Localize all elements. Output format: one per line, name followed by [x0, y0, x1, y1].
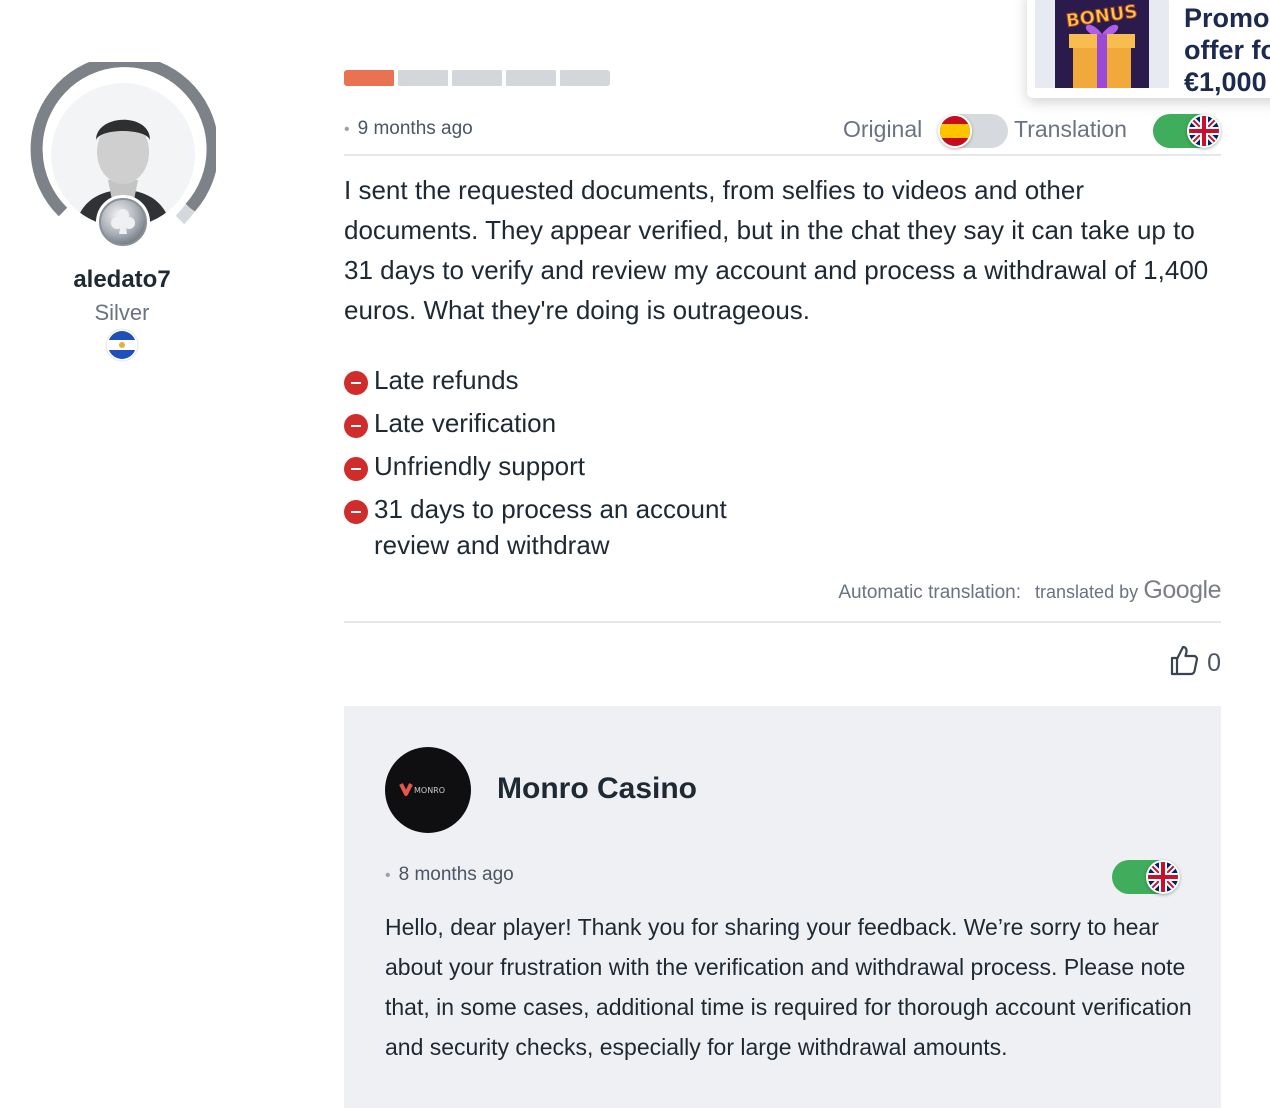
con-item: Late refunds — [344, 362, 804, 398]
automatic-translation: Automatic translation: translated by Goo… — [838, 576, 1221, 605]
casino-logo[interactable]: MONRO — [385, 747, 471, 833]
user-avatar[interactable] — [30, 55, 219, 249]
rating-bar — [344, 70, 610, 86]
con-item: 31 days to process an account review and… — [344, 491, 804, 563]
divider — [344, 621, 1221, 623]
con-text: 31 days to process an account review and… — [374, 494, 727, 560]
rating-segment-empty — [560, 70, 610, 86]
translation-label[interactable]: Translation — [1014, 116, 1127, 143]
minus-icon — [344, 414, 368, 438]
minus-icon — [344, 500, 368, 524]
rating-segment-empty — [398, 70, 448, 86]
casino-logo-text: MONRO — [414, 786, 445, 795]
promo-title[interactable]: Promo offer fo €1,000 — [1184, 2, 1270, 98]
minus-icon — [344, 457, 368, 481]
con-item: Unfriendly support — [344, 448, 804, 484]
promo-card[interactable]: BONUS Promo offer fo €1,000 — [1027, 0, 1270, 98]
casino-reply: MONRO Monro Casino 8 months ago Hello, d… — [344, 706, 1221, 1108]
translation-toggle-original[interactable] — [938, 114, 1008, 148]
like-button[interactable]: 0 — [1169, 644, 1221, 683]
original-label[interactable]: Original — [843, 116, 922, 143]
flag-uk-icon — [1187, 114, 1221, 148]
auto-translation-label: Automatic translation: — [838, 582, 1022, 603]
review-text: I sent the requested documents, from sel… — [344, 175, 1209, 325]
club-icon — [110, 207, 136, 237]
rating-segment-empty — [452, 70, 502, 86]
review-date: 9 months ago — [344, 118, 473, 140]
translation-toggle[interactable] — [1153, 114, 1221, 148]
rating-segment-empty — [506, 70, 556, 86]
flag-el-salvador-icon — [105, 328, 139, 362]
thumbs-up-icon[interactable] — [1169, 644, 1199, 683]
con-text: Late verification — [374, 408, 557, 438]
review-meta: 9 months ago Original Translation — [344, 112, 1221, 156]
like-count: 0 — [1207, 649, 1221, 677]
username[interactable]: aledato7 — [0, 266, 244, 294]
bonus-gift-image: BONUS — [1035, 0, 1169, 88]
reply-translation-toggle[interactable] — [1112, 860, 1180, 894]
reply-text: Hello, dear player! Thank you for sharin… — [385, 914, 1192, 1060]
con-item: Late verification — [344, 405, 804, 441]
rating-segment-filled — [344, 70, 394, 86]
con-text: Unfriendly support — [374, 451, 585, 481]
flag-spain-icon — [938, 114, 972, 148]
google-logo: Google — [1143, 576, 1221, 604]
cons-list: Late refunds Late verification Unfriendl… — [344, 362, 804, 570]
flag-uk-icon — [1146, 860, 1180, 894]
translated-by-label: translated by — [1035, 582, 1139, 602]
casino-name[interactable]: Monro Casino — [497, 772, 697, 806]
reply-date: 8 months ago — [385, 864, 514, 886]
con-text: Late refunds — [374, 365, 519, 395]
minus-icon — [344, 371, 368, 395]
user-level: Silver — [94, 300, 150, 325]
